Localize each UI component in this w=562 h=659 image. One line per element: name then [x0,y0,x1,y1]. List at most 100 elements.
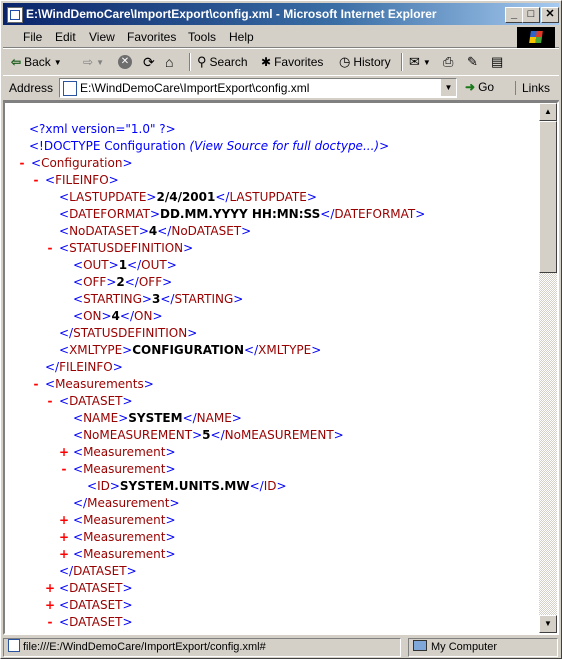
xml-pi-text: <?xml version="1.0" ?> [29,122,176,136]
address-label: Address [9,81,54,95]
tag-name: Configuration [41,156,123,170]
mail-dropdown-icon: ▼ [422,57,431,67]
collapse-toggle[interactable]: - [45,614,55,631]
tag-name: FILEINFO [59,360,113,374]
tag-name: OUT [83,258,109,272]
favorites-icon: ✱ [261,55,272,69]
history-icon: ◷ [339,54,351,69]
element-value: SYSTEM [128,411,183,425]
tag-name: OUT [141,258,167,272]
tag-name: NAME [196,411,232,425]
print-button[interactable]: ⎙ [443,53,453,71]
xml-leaf-element: <ID>SYSTEM.UNITS.MW</ID> [87,479,287,493]
status-page-icon [8,639,20,652]
address-input[interactable]: E:\WindDemoCare\ImportExport\config.xml … [59,78,457,98]
xml-tree: <?xml version="1.0" ?> <!DOCTYPE Configu… [5,103,539,633]
collapse-toggle[interactable]: - [31,172,41,189]
scroll-up-icon[interactable]: ▲ [539,103,557,121]
standard-toolbar: ⇦ Back ▼ ⇨ ▼ ✕ ⟳ ⌂ ⚲ Search ✱ Favorites … [3,48,559,76]
close-button[interactable]: ✕ [541,7,559,23]
collapse-toggle[interactable]: - [31,376,41,393]
edit-button[interactable]: ✎ [467,53,478,71]
xml-doctype: <!DOCTYPE Configuration (View Source for… [29,138,389,155]
tag-name: ON [83,309,102,323]
history-label: History [353,55,391,69]
back-label: Back [24,55,51,69]
menu-help[interactable]: Help [229,30,254,44]
expand-toggle[interactable]: + [45,597,55,614]
status-bar: file:///E:/WindDemoCare/ImportExport/con… [3,637,559,657]
collapse-toggle[interactable]: - [17,155,27,172]
xml-open-tag: - <Configuration> [20,155,133,172]
favorites-label: Favorites [274,55,324,69]
search-button[interactable]: ⚲ Search [197,53,248,71]
search-icon: ⚲ [197,54,207,69]
history-button[interactable]: ◷ History [339,53,391,71]
browser-window: E:\WindDemoCare\ImportExport\config.xml … [0,0,562,659]
xml-leaf-element: <STARTING>3</STARTING> [73,292,244,306]
tag-name: STARTING [83,292,142,306]
menu-tools[interactable]: Tools [188,30,216,44]
discuss-button[interactable]: ▤ [491,53,503,71]
back-button[interactable]: ⇦ Back ▼ [11,53,62,71]
xml-open-tag: + <Measurement> [59,513,176,527]
tag-name: NoDATASET [69,224,139,238]
favorites-button[interactable]: ✱ Favorites [261,53,323,71]
doctype-end: > [379,139,390,153]
address-dropdown-icon[interactable]: ▼ [440,79,456,96]
tag-name: STARTING [174,292,234,306]
scroll-down-icon[interactable]: ▼ [539,615,557,633]
edit-icon: ✎ [467,54,478,69]
print-icon: ⎙ [443,54,454,69]
back-dropdown-icon[interactable]: ▼ [54,58,62,67]
tag-name: Measurement [83,513,166,527]
tag-name: DATASET [69,581,123,595]
menu-favorites[interactable]: Favorites [127,30,176,44]
home-button[interactable]: ⌂ [165,53,173,71]
expand-toggle[interactable]: + [45,580,55,597]
menu-file[interactable]: File [23,30,42,44]
status-url-panel: file:///E:/WindDemoCare/ImportExport/con… [3,638,401,657]
xml-open-tag: + <DATASET> [45,581,133,595]
minimize-button[interactable]: _ [505,7,523,23]
xml-open-tag: + <DATASET> [45,598,133,612]
maximize-button[interactable]: □ [522,7,540,23]
refresh-button[interactable]: ⟳ [143,53,155,71]
title-bar[interactable]: E:\WindDemoCare\ImportExport\config.xml … [3,3,559,25]
expand-toggle[interactable]: + [59,444,69,461]
links-toolbar[interactable]: Links [515,81,550,95]
tag-name: Measurement [83,445,166,459]
address-value: E:\WindDemoCare\ImportExport\config.xml [80,81,310,95]
go-label: Go [478,80,495,94]
xml-leaf-element: <LASTUPDATE>2/4/2001</LASTUPDATE> [59,190,317,204]
element-value: 4 [148,224,158,238]
scroll-thumb[interactable] [539,121,557,273]
expand-toggle[interactable]: + [59,546,69,563]
expand-toggle[interactable]: + [59,529,69,546]
vertical-scrollbar[interactable]: ▲ ▼ [539,103,557,633]
mail-button[interactable]: ✉ ▼ [409,53,431,71]
tag-name: Measurements [55,377,144,391]
collapse-toggle[interactable]: - [59,461,69,478]
xml-leaf-element: <NAME>POINTERTOTAL</NAME> [73,631,289,633]
doctype-text: <!DOCTYPE Configuration [29,139,190,153]
tag-name: ID [263,479,277,493]
status-zone-panel: My Computer [408,638,558,657]
menu-view[interactable]: View [89,30,115,44]
tag-name: NAME [83,411,119,425]
element-value: POINTERTOTAL [128,632,229,633]
page-content: <?xml version="1.0" ?> <!DOCTYPE Configu… [3,101,559,635]
forward-button[interactable]: ⇨ ▼ [83,53,104,71]
toolbar-separator [401,53,403,71]
tag-name: NoDATASET [171,224,242,238]
back-arrow-icon: ⇦ [11,55,22,69]
collapse-toggle[interactable]: - [45,393,55,410]
stop-button[interactable]: ✕ [118,53,132,71]
menu-edit[interactable]: Edit [55,30,76,44]
expand-toggle[interactable]: + [59,512,69,529]
tag-name: OFF [138,275,163,289]
go-button[interactable]: ➜ Go [465,80,494,94]
xml-open-tag: - <FILEINFO> [34,172,119,189]
collapse-toggle[interactable]: - [45,240,55,257]
xml-open-tag: + <Measurement> [59,547,176,561]
